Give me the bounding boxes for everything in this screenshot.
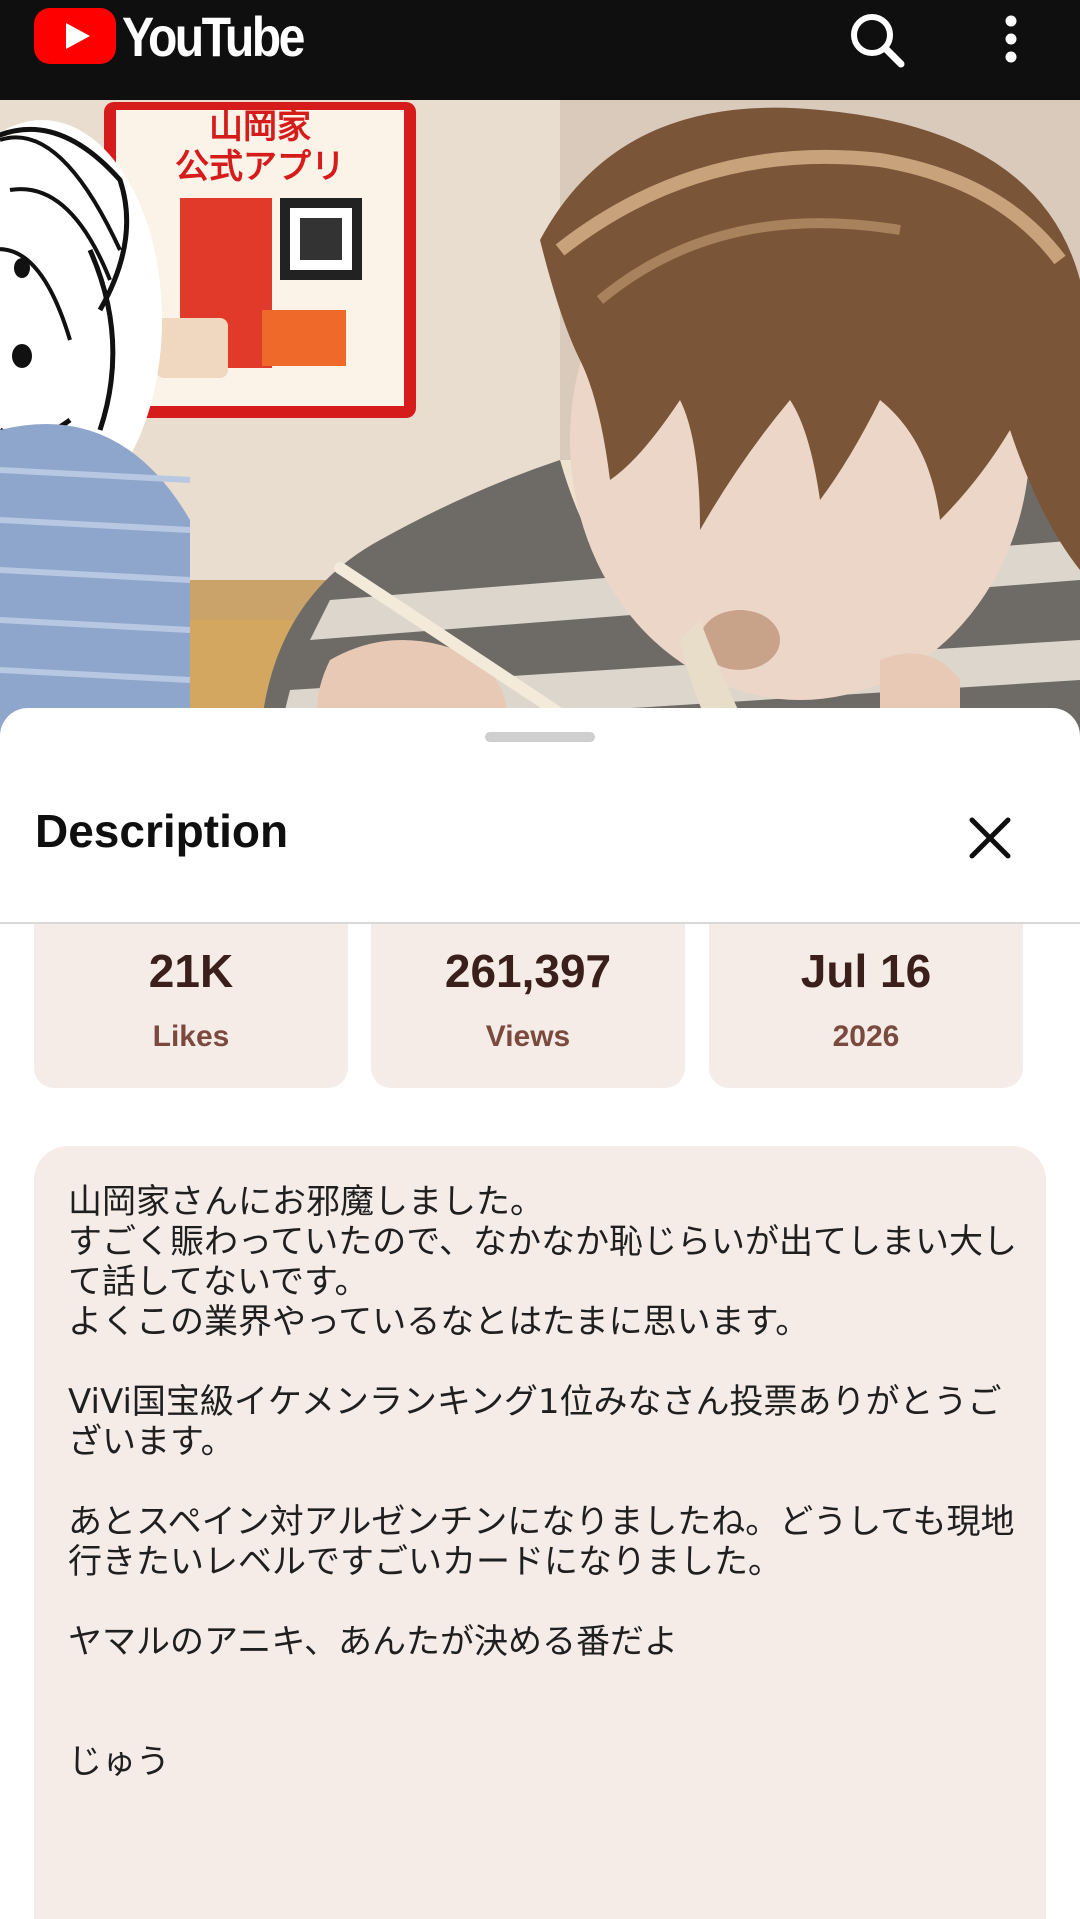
likes-count: 21K [148, 945, 234, 997]
description-box[interactable]: 山岡家さんにお邪魔しました。 すごく賑わっていたので、なかなか恥じらいが出てしま… [34, 1146, 1046, 1919]
video-player[interactable]: 山岡家 公式アプリ [0, 100, 1080, 740]
upload-date: Jul 16 [800, 945, 932, 997]
views-stat: 261,397 Views [371, 924, 685, 1088]
description-text: 山岡家さんにお邪魔しました。 すごく賑わっていたので、なかなか恥じらいが出てしま… [68, 1182, 1017, 1782]
upload-year: 2026 [832, 1020, 900, 1053]
sheet-title: Description [35, 805, 289, 857]
youtube-logo[interactable]: YouTube [34, 4, 332, 68]
poster-subtitle: 公式アプリ [175, 147, 345, 187]
close-button[interactable] [950, 798, 1030, 878]
likes-stat: 21K Likes [34, 924, 348, 1088]
views-count: 261,397 [444, 945, 612, 997]
likes-label: Likes [152, 1020, 230, 1053]
search-icon [851, 14, 905, 68]
views-label: Views [485, 1020, 571, 1053]
search-button[interactable] [832, 0, 922, 80]
logo-text: YouTube [122, 4, 305, 68]
description-sheet: Description 21K Likes 261,397 Views Jul … [0, 708, 1080, 1919]
drag-handle[interactable] [485, 732, 595, 742]
close-icon [969, 817, 1011, 859]
top-app-bar: YouTube [0, 0, 1080, 100]
youtube-play-icon [34, 8, 116, 64]
more-options-button[interactable] [966, 0, 1056, 80]
poster-title: 山岡家 [209, 107, 311, 147]
stats-row: 21K Likes 261,397 Views Jul 16 2026 [34, 924, 1046, 1092]
date-stat: Jul 16 2026 [709, 924, 1023, 1088]
more-vert-icon [1005, 15, 1017, 63]
video-frame: 山岡家 公式アプリ [0, 100, 1080, 740]
